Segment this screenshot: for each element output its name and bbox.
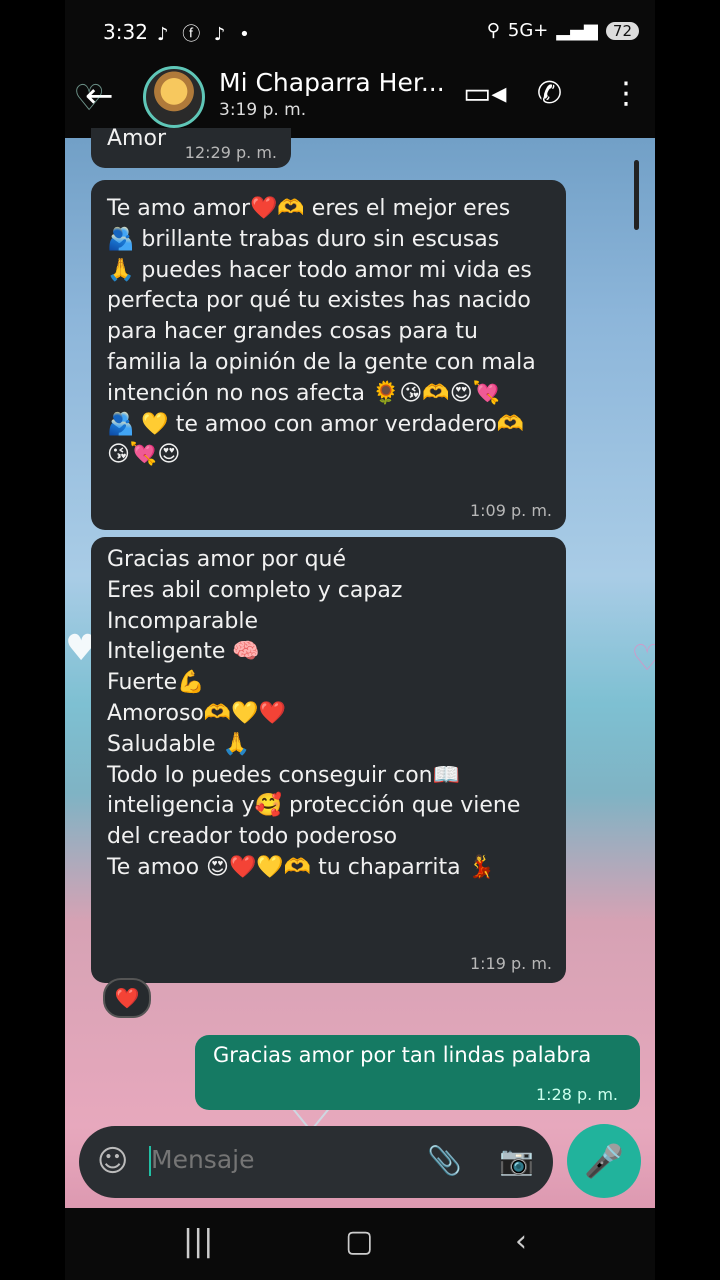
- back-nav-icon[interactable]: ‹: [515, 1224, 527, 1259]
- phone-screen: 3:32 ♪ ⓕ ♪ • ⚲ 5G+ ▂▄▆ 72 ← Mi Chaparra …: [65, 0, 655, 1280]
- status-time: 3:32: [103, 20, 148, 44]
- message-text: Amor: [107, 126, 166, 151]
- location-icon: ⚲: [486, 20, 500, 41]
- message-time: 12:29 p. m.: [184, 142, 277, 162]
- more-vertical-icon[interactable]: ⋮: [611, 76, 641, 111]
- network-label: 5G+: [507, 20, 549, 41]
- reaction-badge[interactable]: ❤️: [103, 978, 151, 1018]
- message-text: Gracias amor por tan lindas palabra: [213, 1043, 592, 1067]
- scrollbar[interactable]: [634, 160, 639, 230]
- message-text: Gracias amor por qué Eres abil completo …: [107, 547, 521, 880]
- message-bubble[interactable]: Te amo amor❤️🫶 eres el mejor eres 🫂 bril…: [91, 180, 566, 530]
- signal-icon: ▂▄▆: [556, 20, 598, 41]
- outgoing-message-bubble[interactable]: Gracias amor por tan lindas palabra 1:28…: [195, 1035, 640, 1110]
- message-time: 1:09 p. m.: [469, 500, 552, 520]
- heart-decoration-icon: ♡: [73, 78, 106, 119]
- message-composer: ☺ 📎 📷: [79, 1126, 553, 1198]
- message-bubble[interactable]: Gracias amor por qué Eres abil completo …: [91, 537, 566, 983]
- navigation-bar: ||| ▢ ‹: [65, 1208, 655, 1280]
- message-text: Te amo amor❤️🫶 eres el mejor eres 🫂 bril…: [107, 196, 536, 468]
- phone-icon[interactable]: ✆: [537, 76, 562, 111]
- chat-area[interactable]: ♡ ♡ ♥ ♡ ♡ Amor 12:29 p. m. Te amo amor❤️…: [65, 78, 655, 1151]
- microphone-button[interactable]: 🎤: [567, 1124, 641, 1198]
- video-call-icon[interactable]: ▭◂: [463, 76, 506, 111]
- message-time: 1:19 p. m.: [469, 953, 552, 973]
- camera-icon[interactable]: 📷: [499, 1144, 534, 1177]
- message-time: 1:28 p. m.: [535, 1085, 618, 1104]
- battery-level: 72: [605, 21, 639, 40]
- recent-apps-icon[interactable]: |||: [183, 1224, 213, 1259]
- avatar[interactable]: [143, 66, 205, 128]
- sticker-icon[interactable]: ☺: [97, 1144, 128, 1179]
- last-seen: 3:19 p. m.: [219, 100, 307, 120]
- status-bar: 3:32 ♪ ⓕ ♪ • ⚲ 5G+ ▂▄▆ 72: [65, 0, 655, 62]
- message-input[interactable]: [149, 1144, 393, 1175]
- paperclip-icon[interactable]: 📎: [427, 1144, 462, 1177]
- microphone-icon: 🎤: [584, 1142, 624, 1180]
- home-icon[interactable]: ▢: [345, 1224, 373, 1259]
- heart-decoration-icon: ♡: [631, 638, 655, 679]
- contact-name[interactable]: Mi Chaparra Her...: [219, 68, 445, 97]
- message-bubble[interactable]: Amor 12:29 p. m.: [91, 126, 291, 168]
- notification-icons: ♪ ⓕ ♪ •: [157, 24, 254, 45]
- status-right: ⚲ 5G+ ▂▄▆ 72: [487, 20, 639, 41]
